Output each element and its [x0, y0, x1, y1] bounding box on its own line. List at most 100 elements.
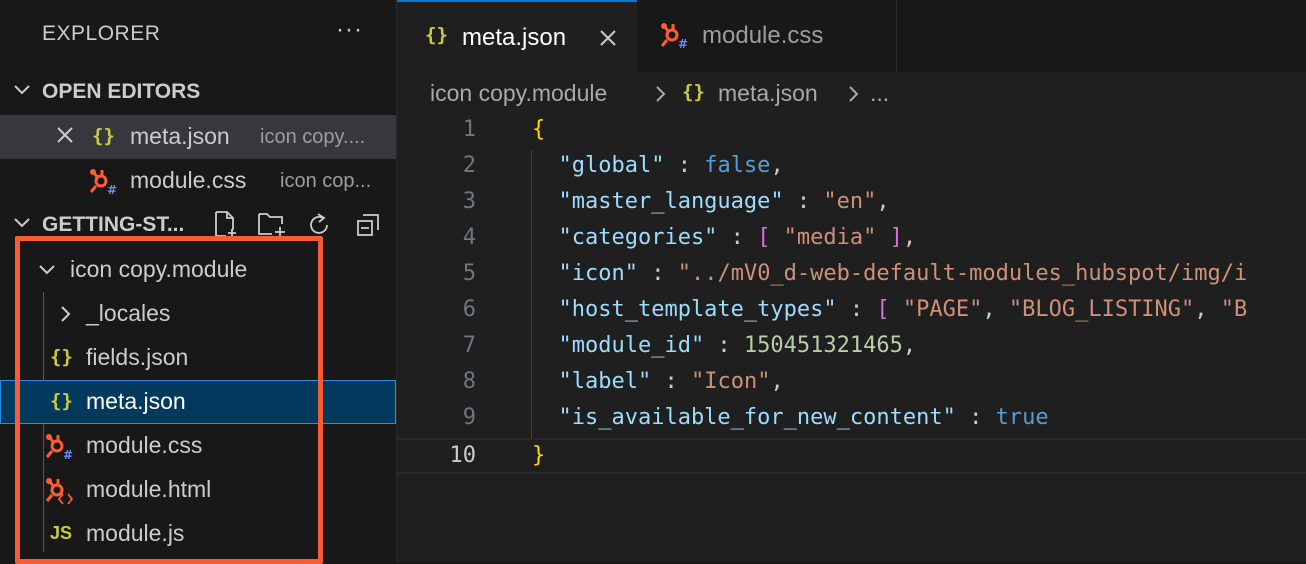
- close-icon[interactable]: [54, 124, 76, 146]
- code-token: :: [717, 225, 758, 250]
- line-number: 6: [462, 297, 476, 322]
- collapse-all-icon[interactable]: [354, 211, 382, 239]
- open-editor-description: icon copy....: [260, 126, 366, 148]
- line-number: 3: [462, 189, 476, 214]
- code-line[interactable]: 1{: [397, 114, 1306, 150]
- indent-guide: [531, 150, 532, 438]
- code-token: :: [783, 189, 824, 214]
- folder-icon-copy-module[interactable]: icon copy.module: [0, 248, 396, 292]
- code-token: false: [704, 153, 771, 178]
- tree-item-name: module.html: [86, 476, 212, 502]
- code-token: [: [876, 297, 890, 322]
- code-token: ,: [902, 225, 917, 250]
- close-icon[interactable]: [597, 27, 619, 49]
- code-token: "global": [532, 153, 665, 178]
- line-number: 4: [462, 225, 476, 250]
- code-text: "master_language" : "en",: [532, 189, 890, 214]
- workspace-header[interactable]: GETTING-ST...: [0, 205, 396, 245]
- code-token: "module_id": [532, 333, 705, 358]
- code-token: "is_available_for_new_content": [532, 405, 956, 430]
- code-token: 150451321465: [743, 333, 903, 358]
- code-token: :: [704, 333, 744, 358]
- breadcrumb-item[interactable]: ...: [870, 80, 889, 107]
- explorer-sidebar: EXPLORER ··· OPEN EDITORS {} meta.json i…: [0, 0, 397, 564]
- tree-item-module-js[interactable]: JS module.js: [0, 512, 396, 556]
- workspace-label: GETTING-ST...: [42, 213, 185, 236]
- line-number: 9: [462, 405, 476, 430]
- line-number: 1: [462, 117, 476, 142]
- code-text: "module_id" : 150451321465,: [532, 333, 916, 358]
- code-text: "host_template_types" : [ "PAGE", "BLOG_…: [532, 297, 1247, 322]
- code-line[interactable]: 10}: [397, 438, 1306, 474]
- code-token: ,: [770, 153, 784, 178]
- refresh-icon[interactable]: [305, 211, 333, 239]
- code-line[interactable]: 2 "global" : false,: [397, 150, 1306, 186]
- code-line[interactable]: 5 "icon" : "../mV0_d-web-default-modules…: [397, 258, 1306, 294]
- code-text: "global" : false,: [532, 153, 784, 178]
- code-token: ,: [876, 189, 890, 214]
- new-file-icon[interactable]: [211, 210, 239, 238]
- hubspot-html-icon: [45, 478, 74, 505]
- code-token: {: [532, 117, 546, 142]
- new-folder-icon[interactable]: [256, 210, 288, 238]
- open-editor-item-meta-json[interactable]: {} meta.json icon copy....: [0, 115, 396, 159]
- tree-item-meta-json[interactable]: {} meta.json: [0, 380, 396, 424]
- code-token: ,: [770, 369, 784, 394]
- open-editor-name: meta.json: [130, 123, 230, 149]
- tree-item-name: module.js: [86, 520, 185, 546]
- tree-item-fields-json[interactable]: {} fields.json: [0, 336, 396, 380]
- ellipsis-icon[interactable]: ···: [336, 16, 363, 44]
- explorer-title: EXPLORER: [42, 22, 161, 45]
- code-text: {: [532, 117, 545, 142]
- code-line[interactable]: 7 "module_id" : 150451321465,: [397, 330, 1306, 366]
- breadcrumb-item[interactable]: icon copy.module: [430, 80, 607, 107]
- code-text: "categories" : [ "media" ],: [532, 225, 916, 250]
- chevron-right-icon: [61, 306, 71, 322]
- tab-module-css[interactable]: # module.css: [637, 0, 897, 72]
- code-token: :: [664, 153, 705, 178]
- code-token: :: [955, 405, 996, 430]
- code-token: :: [651, 369, 691, 394]
- code-token: ,: [902, 333, 917, 358]
- code-token: "Icon": [690, 369, 771, 394]
- code-token: ,: [982, 297, 1009, 322]
- code-token: "label": [532, 369, 652, 394]
- code-token: [: [757, 225, 771, 250]
- tree-item-module-html[interactable]: module.html: [0, 468, 396, 512]
- line-number: 2: [462, 153, 476, 178]
- code-token: "host_template_types": [532, 297, 837, 322]
- chevron-down-icon: [39, 265, 55, 275]
- svg-text:#: #: [63, 448, 73, 461]
- open-editors-header[interactable]: OPEN EDITORS: [0, 72, 396, 112]
- code-text: "is_available_for_new_content" : true: [532, 405, 1048, 430]
- chevron-right-icon: [656, 86, 666, 102]
- code-line[interactable]: 8 "label" : "Icon",: [397, 366, 1306, 402]
- tree-item-name: module.css: [86, 432, 203, 458]
- tab-label: module.css: [702, 22, 824, 49]
- tree-item-module-css[interactable]: # module.css: [0, 424, 396, 468]
- hubspot-css-icon: #: [89, 169, 117, 196]
- code-token: :: [836, 297, 877, 322]
- breadcrumb-item[interactable]: meta.json: [718, 80, 818, 107]
- chevron-right-icon: [849, 86, 859, 102]
- code-line[interactable]: 9 "is_available_for_new_content" : true: [397, 402, 1306, 438]
- json-icon: {}: [682, 81, 705, 103]
- code-token: "master_language": [532, 189, 784, 214]
- open-editors-label: OPEN EDITORS: [42, 80, 201, 103]
- tab-meta-json[interactable]: {} meta.json: [397, 0, 637, 72]
- line-number: 8: [462, 369, 476, 394]
- json-icon: {}: [92, 125, 115, 147]
- open-editor-item-module-css[interactable]: # module.css icon cop...: [0, 159, 396, 203]
- code-token: "icon": [532, 261, 638, 286]
- code-token: }: [532, 443, 546, 468]
- editor-area: {} meta.json # module.css icon copy.modu…: [397, 0, 1306, 562]
- code-line[interactable]: 4 "categories" : [ "media" ],: [397, 222, 1306, 258]
- tree-item-locales[interactable]: _locales: [0, 292, 396, 336]
- code-token: "categories": [532, 225, 718, 250]
- line-number: 10: [449, 443, 477, 468]
- chevron-down-icon: [14, 218, 30, 228]
- line-number: 7: [462, 333, 476, 358]
- code-line[interactable]: 3 "master_language" : "en",: [397, 186, 1306, 222]
- code-line[interactable]: 6 "host_template_types" : [ "PAGE", "BLO…: [397, 294, 1306, 330]
- tree-item-name: _locales: [86, 300, 171, 326]
